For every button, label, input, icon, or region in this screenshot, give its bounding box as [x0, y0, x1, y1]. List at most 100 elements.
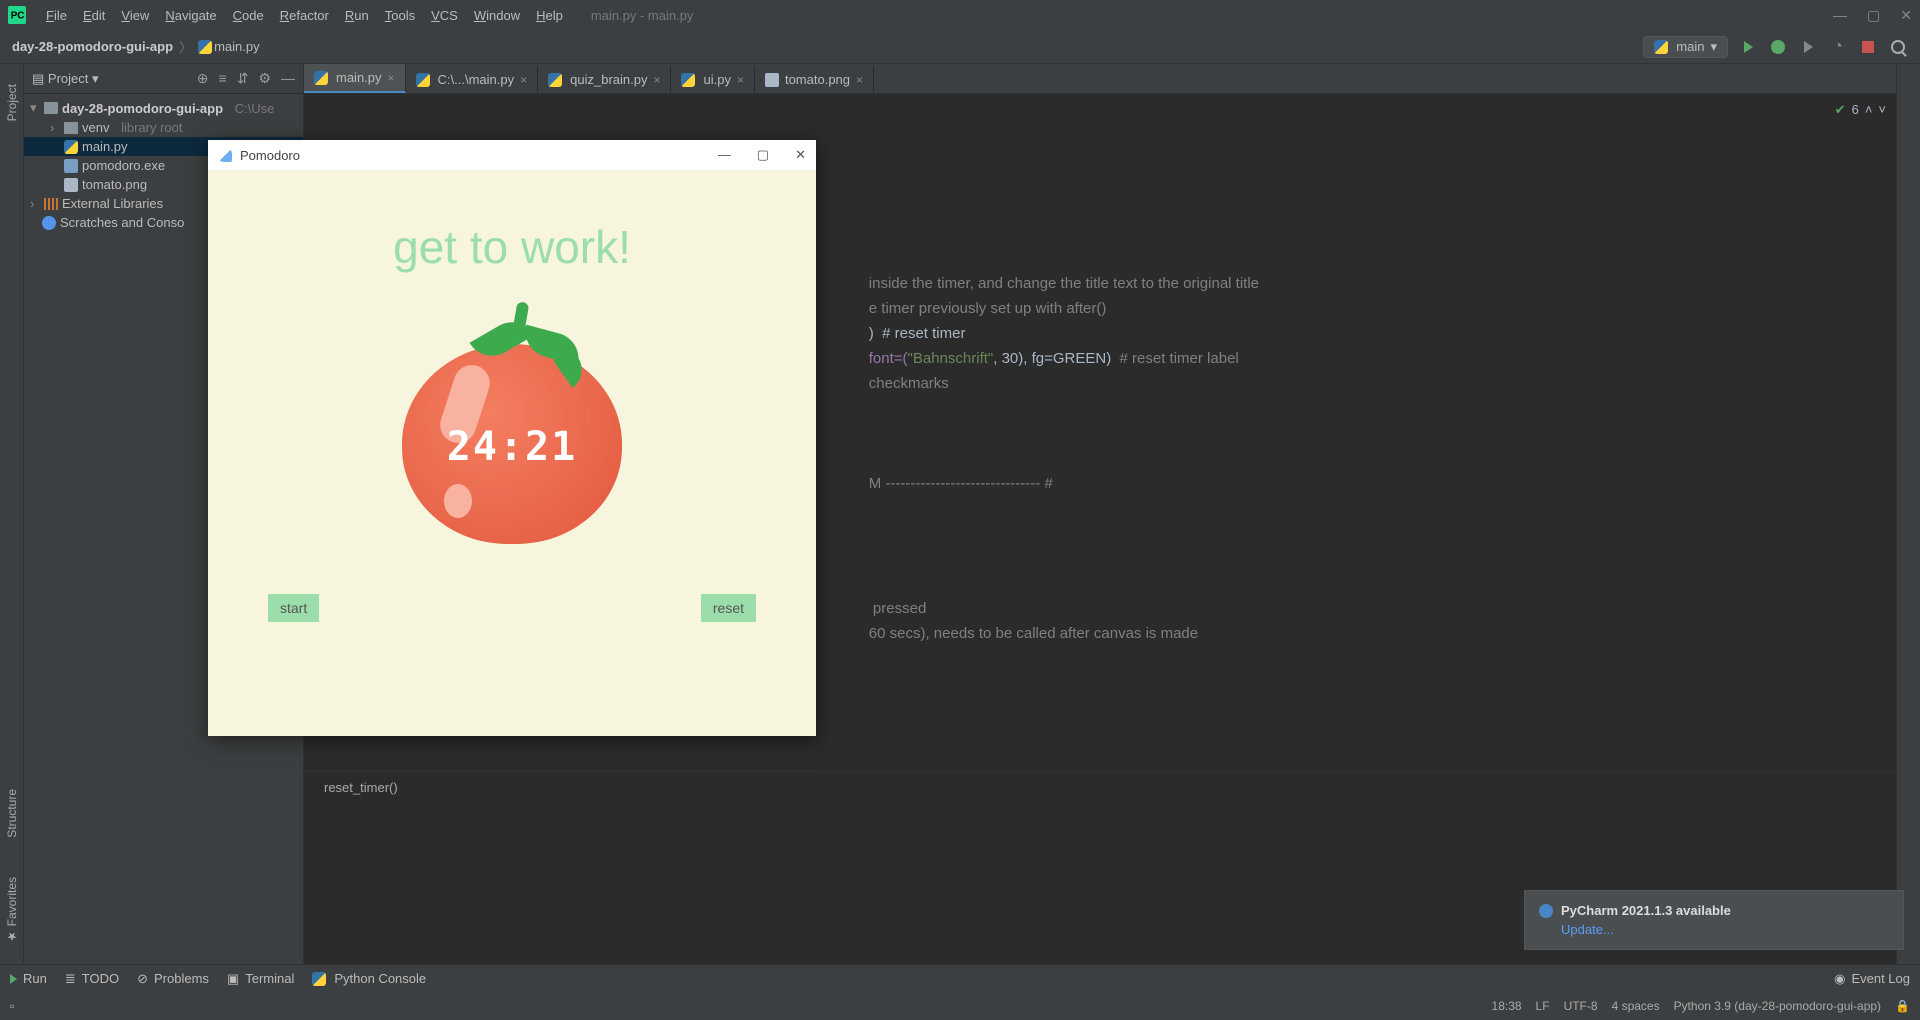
image-icon	[765, 73, 779, 87]
debug-button[interactable]	[1768, 37, 1788, 57]
show-toolwindows-icon[interactable]: ▫	[10, 999, 14, 1013]
breadcrumb-project[interactable]: day-28-pomodoro-gui-app	[12, 39, 173, 54]
tomato-canvas: 24:21	[392, 314, 632, 554]
tree-root[interactable]: ▾ day-28-pomodoro-gui-app C:\Use	[24, 98, 303, 118]
python-icon	[64, 140, 78, 154]
menu-refactor[interactable]: Refactor	[272, 8, 337, 23]
gutter-structure[interactable]: Structure	[5, 789, 19, 838]
tab-tomato-png[interactable]: tomato.png×	[755, 66, 874, 93]
window-minimize-icon[interactable]: —	[1833, 7, 1847, 24]
library-icon	[44, 198, 58, 210]
status-encoding[interactable]: UTF-8	[1564, 999, 1598, 1013]
app-maximize-icon[interactable]: ▢	[757, 147, 769, 163]
tool-problems[interactable]: ⊘ Problems	[137, 971, 209, 987]
tool-terminal[interactable]: ▣ Terminal	[227, 971, 294, 987]
gutter-favorites[interactable]: ★ Favorites	[5, 877, 19, 944]
tk-feather-icon	[218, 148, 232, 162]
project-view-selector[interactable]: ▤ Project ▾	[32, 71, 99, 87]
close-icon[interactable]: ×	[520, 73, 527, 87]
app-minimize-icon[interactable]: —	[718, 147, 731, 163]
status-time: 18:38	[1492, 999, 1522, 1013]
notification-title: PyCharm 2021.1.3 available	[1561, 903, 1731, 918]
timer-text: 24:21	[392, 424, 632, 470]
app-close-icon[interactable]: ✕	[795, 147, 806, 163]
exe-icon	[64, 159, 78, 173]
settings-icon[interactable]: ⚙	[258, 70, 271, 87]
chevron-down-icon[interactable]: ˅	[1878, 98, 1886, 122]
stop-button[interactable]	[1858, 37, 1878, 57]
window-title: main.py - main.py	[591, 8, 694, 23]
gutter-project[interactable]: Project	[5, 84, 19, 121]
start-button[interactable]: start	[268, 594, 319, 622]
tool-run[interactable]: Run	[10, 971, 47, 986]
menu-help[interactable]: Help	[528, 8, 571, 23]
search-everywhere-button[interactable]	[1888, 37, 1908, 57]
tab-other-main-py[interactable]: C:\...\main.py×	[406, 66, 539, 93]
close-icon[interactable]: ×	[388, 71, 395, 85]
close-icon[interactable]: ×	[737, 73, 744, 87]
breadcrumb-file[interactable]: main.py	[198, 39, 260, 55]
pomodoro-titlebar[interactable]: Pomodoro — ▢ ✕	[208, 140, 816, 170]
menu-vcs[interactable]: VCS	[423, 8, 466, 23]
menu-code[interactable]: Code	[225, 8, 272, 23]
window-maximize-icon[interactable]: ▢	[1867, 7, 1880, 24]
menu-edit[interactable]: Edit	[75, 8, 113, 23]
check-icon: ✔	[1835, 98, 1846, 122]
close-icon[interactable]: ×	[653, 73, 660, 87]
tab-quiz-brain[interactable]: quiz_brain.py×	[538, 66, 671, 93]
pomodoro-label: get to work!	[393, 220, 631, 274]
image-icon	[64, 178, 78, 192]
inspection-status[interactable]: ✔6 ˄ ˅	[1835, 98, 1886, 122]
editor-tabs: main.py× C:\...\main.py× quiz_brain.py× …	[304, 64, 1896, 94]
play-icon	[10, 974, 17, 984]
status-interpreter[interactable]: Python 3.9 (day-28-pomodoro-gui-app)	[1674, 999, 1881, 1013]
pomodoro-app-window: Pomodoro — ▢ ✕ get to work! 24:21 start …	[208, 140, 816, 736]
locate-icon[interactable]: ⊕	[197, 70, 209, 87]
hide-panel-icon[interactable]: —	[281, 70, 295, 87]
folder-icon	[44, 102, 58, 114]
python-icon	[1654, 40, 1668, 54]
tab-main-py[interactable]: main.py×	[304, 64, 406, 93]
reset-button[interactable]: reset	[701, 594, 756, 622]
tool-todo[interactable]: ≣ TODO	[65, 971, 119, 987]
close-icon[interactable]: ×	[856, 73, 863, 87]
stop-icon	[1862, 41, 1874, 53]
coverage-button[interactable]	[1798, 37, 1818, 57]
left-gutter: Project Structure ★ Favorites	[0, 64, 24, 964]
tool-python-console[interactable]: Python Console	[312, 971, 426, 986]
toolbar: day-28-pomodoro-gui-app 〉 main.py main ▾…	[0, 30, 1920, 64]
code-breadcrumb[interactable]: reset_timer()	[304, 771, 1896, 804]
menu-navigate[interactable]: Navigate	[157, 8, 224, 23]
pycharm-logo-icon: PC	[8, 6, 26, 24]
menu-view[interactable]: View	[113, 8, 157, 23]
dropdown-icon: ▾	[1710, 39, 1717, 55]
status-line-ending[interactable]: LF	[1536, 999, 1550, 1013]
chevron-up-icon[interactable]: ˄	[1865, 98, 1873, 122]
profile-button[interactable]: ◔	[1828, 37, 1848, 57]
menu-tools[interactable]: Tools	[377, 8, 423, 23]
update-notification: PyCharm 2021.1.3 available Update...	[1524, 890, 1904, 950]
expand-all-icon[interactable]: ≡	[219, 70, 227, 87]
menu-file[interactable]: File	[38, 8, 75, 23]
lock-icon[interactable]: 🔒	[1895, 999, 1910, 1013]
run-configuration-selector[interactable]: main ▾	[1643, 36, 1728, 58]
bottom-toolbar: Run ≣ TODO ⊘ Problems ▣ Terminal Python …	[0, 964, 1920, 992]
run-button[interactable]	[1738, 37, 1758, 57]
tomato-highlight	[444, 484, 472, 518]
tab-ui-py[interactable]: ui.py×	[671, 66, 754, 93]
status-indent[interactable]: 4 spaces	[1612, 999, 1660, 1013]
tree-venv[interactable]: › venv library root	[24, 118, 303, 137]
breadcrumb-separator: 〉	[179, 37, 192, 56]
collapse-all-icon[interactable]: ⇵	[237, 70, 249, 87]
python-icon	[416, 73, 430, 87]
python-icon	[681, 73, 695, 87]
update-link[interactable]: Update...	[1561, 922, 1889, 937]
menu-window[interactable]: Window	[466, 8, 528, 23]
menu-run[interactable]: Run	[337, 8, 377, 23]
right-gutter	[1896, 64, 1920, 964]
window-close-icon[interactable]: ✕	[1900, 7, 1912, 24]
tool-event-log[interactable]: ◉ Event Log	[1834, 971, 1910, 987]
search-icon	[1891, 40, 1905, 54]
status-bar: ▫ 18:38 LF UTF-8 4 spaces Python 3.9 (da…	[0, 992, 1920, 1020]
pomodoro-title: Pomodoro	[240, 148, 300, 163]
